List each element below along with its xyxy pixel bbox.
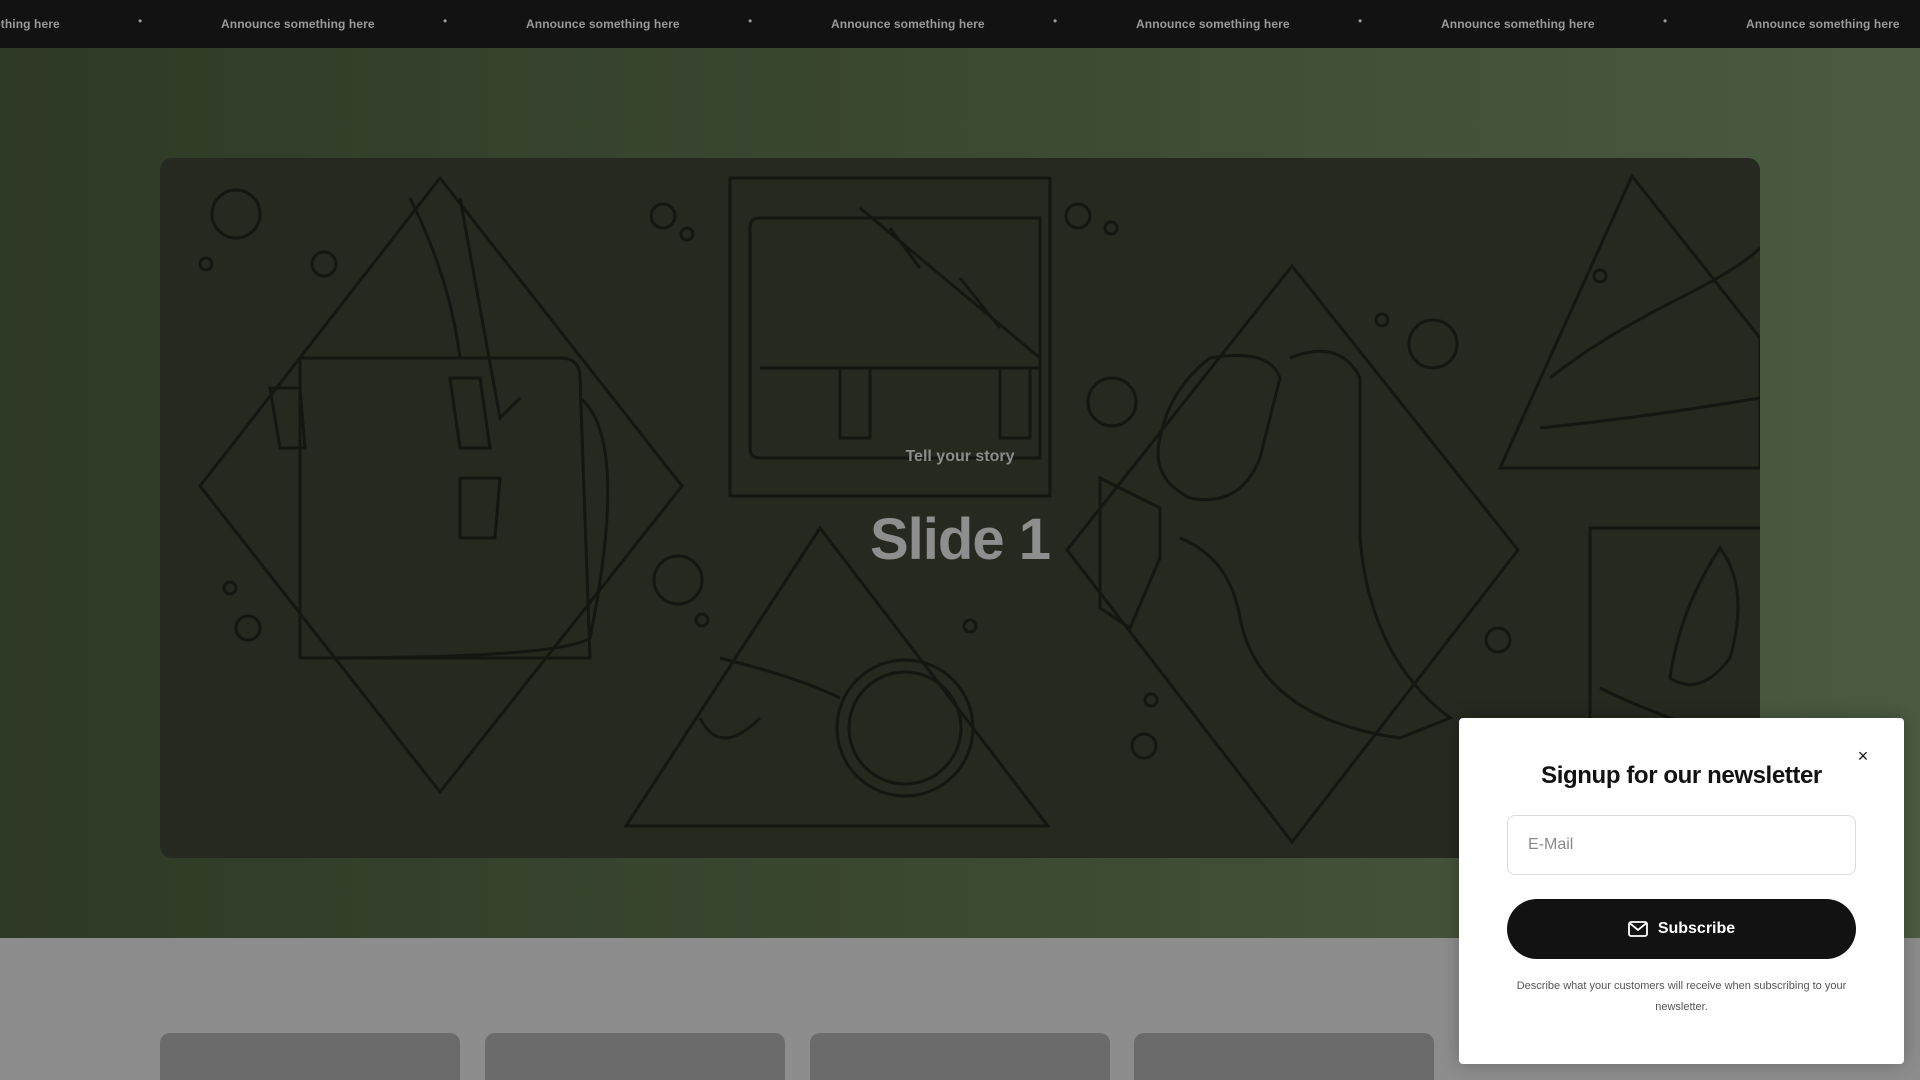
collection-card[interactable] [160,1033,460,1080]
subscribe-button[interactable]: Subscribe [1507,899,1856,959]
announcement-separator: • [138,14,143,28]
announcement-text: Announce something here [1136,17,1290,31]
announcement-text: Announce something here [221,17,375,31]
mail-icon [1627,921,1648,937]
announcement-text: Announce something here [526,17,680,31]
announcement-bar: ething here • Announce something here • … [0,0,1920,48]
announcement-separator: • [1663,14,1668,28]
announcement-separator: • [1358,14,1363,28]
announcement-text: Announce something here [1441,17,1595,31]
announcement-separator: • [443,14,448,28]
collection-card[interactable] [810,1033,1110,1080]
announcement-text: Announce something here [1746,17,1900,31]
slide-heading: Slide 1 [870,507,1051,572]
announcement-separator: • [748,14,753,28]
newsletter-popup: × Signup for our newsletter Subscribe De… [1459,718,1904,1064]
collection-card[interactable] [1134,1033,1434,1080]
newsletter-description: Describe what your customers will receiv… [1516,980,1847,1013]
collection-card[interactable] [485,1033,785,1080]
newsletter-title: Signup for our newsletter [1541,762,1822,789]
slide-subheading: Tell your story [905,448,1015,465]
subscribe-label: Subscribe [1657,920,1736,937]
announcement-text: Announce something here [831,17,985,31]
announcement-text: ething here [0,17,60,31]
announcement-separator: • [1053,14,1058,28]
email-field[interactable] [1507,815,1856,875]
